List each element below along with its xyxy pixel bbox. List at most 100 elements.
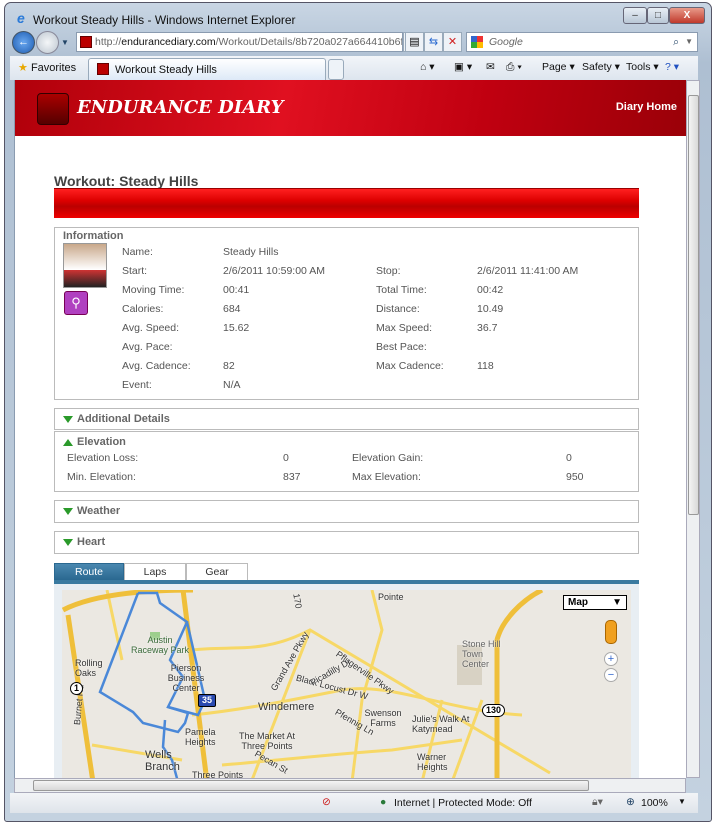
- stop-value: 2/6/2011 11:41:00 AM: [477, 265, 579, 277]
- min-elevation-label: Min. Elevation:: [67, 471, 136, 483]
- elevation-toggle[interactable]: Elevation: [63, 436, 126, 448]
- max-elevation-label: Max Elevation:: [352, 471, 421, 483]
- map-label: The Market At Three Points: [238, 731, 296, 751]
- security-zone: Internet | Protected Mode: Off: [394, 797, 532, 809]
- max-elevation-value: 950: [566, 471, 584, 483]
- diary-home-link[interactable]: Diary Home: [616, 101, 677, 113]
- expand-icon: [63, 507, 73, 515]
- search-input[interactable]: Google ⌕ ▼: [466, 32, 698, 52]
- elevation-loss-value: 0: [283, 452, 289, 464]
- zoom-icon: ⊕: [626, 796, 635, 808]
- start-label: Start:: [122, 265, 148, 277]
- calories-value: 684: [223, 303, 241, 315]
- tab-title: Workout Steady Hills: [115, 64, 217, 76]
- zoom-level[interactable]: 100%: [641, 797, 668, 809]
- home-icon[interactable]: ⌂ ▾: [420, 61, 435, 73]
- expand-icon: [63, 538, 73, 546]
- max-speed-value: 36.7: [477, 322, 498, 334]
- avatar: [63, 243, 107, 288]
- search-placeholder: Google: [489, 36, 523, 48]
- maximize-button[interactable]: □: [647, 7, 669, 24]
- additional-details-heading: Additional Details: [77, 413, 170, 425]
- heart-toggle[interactable]: Heart: [63, 536, 105, 548]
- max-speed-label: Max Speed:: [376, 322, 433, 334]
- map-type-select[interactable]: Map ▼: [563, 595, 627, 610]
- print-icon[interactable]: ⎙ ▾: [506, 61, 522, 74]
- best-pace-label: Best Pace:: [376, 341, 427, 353]
- highway-130: [494, 590, 544, 778]
- map-label: Warner Heights: [417, 752, 448, 772]
- avg-speed-value: 15.62: [223, 322, 250, 334]
- horizontal-scrollbar[interactable]: [14, 778, 686, 793]
- minimize-button[interactable]: –: [623, 7, 647, 24]
- page-menu[interactable]: Page ▾: [542, 61, 575, 73]
- zoom-dropdown-icon[interactable]: ▼: [678, 797, 686, 806]
- browser-tab[interactable]: Workout Steady Hills: [88, 58, 326, 80]
- additional-details-section[interactable]: Additional Details: [54, 408, 639, 430]
- moving-time-value: 00:41: [223, 284, 250, 296]
- elevation-loss-label: Elevation Loss:: [67, 452, 139, 464]
- collapse-icon: [63, 438, 73, 446]
- back-button[interactable]: ←: [12, 31, 35, 54]
- search-icon[interactable]: ⌕: [673, 33, 679, 51]
- weather-toggle[interactable]: Weather: [63, 505, 120, 517]
- heart-section[interactable]: Heart: [54, 531, 639, 554]
- status-bar: ⊘ ● Internet | Protected Mode: Off 🔒︎▾ ⊕…: [10, 793, 698, 813]
- star-icon: ★: [18, 62, 28, 74]
- title-bar-decoration: [54, 188, 639, 218]
- url-path: /Workout/Details/8b720a027a664410b6f6b8: [215, 36, 403, 48]
- feeds-icon[interactable]: ▣ ▾: [454, 61, 472, 73]
- tools-menu[interactable]: Tools ▾: [626, 61, 659, 73]
- url-domain: endurancediary.com: [121, 36, 216, 48]
- map-label: Three Points: [192, 770, 244, 778]
- tab-favicon-icon: [97, 63, 109, 75]
- event-value: N/A: [223, 379, 241, 391]
- min-elevation-value: 837: [283, 471, 301, 483]
- stop-icon[interactable]: ✕: [443, 32, 462, 52]
- distance-label: Distance:: [376, 303, 420, 315]
- compatibility-view-icon[interactable]: ▤: [405, 32, 424, 52]
- refresh-icon[interactable]: ⇆: [424, 32, 443, 52]
- zoom-in-button[interactable]: +: [604, 652, 618, 666]
- tab-route[interactable]: Route: [54, 563, 124, 581]
- avg-cadence-label: Avg. Cadence:: [122, 360, 191, 372]
- additional-details-toggle[interactable]: Additional Details: [63, 413, 170, 425]
- moving-time-label: Moving Time:: [122, 284, 185, 296]
- calories-label: Calories:: [122, 303, 164, 315]
- forward-button[interactable]: [36, 31, 59, 54]
- max-cadence-label: Max Cadence:: [376, 360, 444, 372]
- page-title: Workout: Steady Hills: [54, 173, 199, 189]
- chevron-down-icon: ▼: [612, 597, 622, 608]
- vertical-scroll-thumb[interactable]: [688, 95, 699, 515]
- close-button[interactable]: X: [669, 7, 705, 24]
- new-tab-button[interactable]: [328, 59, 344, 80]
- name-label: Name:: [122, 246, 153, 258]
- weather-section[interactable]: Weather: [54, 500, 639, 523]
- tab-gear[interactable]: Gear: [186, 563, 248, 581]
- protected-mode-icon[interactable]: 🔒︎▾: [592, 796, 603, 809]
- route-map[interactable]: Pointe Austin Raceway Park Rolling Oaks …: [62, 590, 631, 778]
- safety-menu[interactable]: Safety ▾: [582, 61, 620, 73]
- help-icon[interactable]: ? ▾: [665, 61, 679, 73]
- mail-icon[interactable]: ✉: [486, 61, 495, 73]
- site-brand[interactable]: ENDURANCE DIARY: [77, 97, 283, 118]
- street-view-pegman-icon[interactable]: [605, 620, 617, 644]
- vertical-scrollbar[interactable]: [686, 80, 700, 778]
- map-label: Rolling Oaks: [75, 658, 103, 678]
- history-dropdown-icon[interactable]: ▼: [61, 38, 69, 47]
- map-label: Windemere: [258, 701, 315, 713]
- address-bar[interactable]: http://endurancediary.com/Workout/Detail…: [76, 32, 403, 52]
- search-dropdown-icon[interactable]: ▼: [685, 33, 693, 51]
- max-cadence-value: 118: [477, 360, 494, 372]
- elevation-gain-label: Elevation Gain:: [352, 452, 424, 464]
- avg-pace-label: Avg. Pace:: [122, 341, 173, 353]
- map-label: Julie's Walk At Katymead: [412, 714, 470, 734]
- information-panel: Information ⚲ Name: Steady Hills Start: …: [54, 227, 639, 400]
- site-logo-icon[interactable]: [37, 93, 69, 125]
- popup-blocked-icon[interactable]: ⊘: [322, 796, 331, 808]
- zoom-out-button[interactable]: −: [604, 668, 618, 682]
- tab-laps[interactable]: Laps: [124, 563, 186, 581]
- horizontal-scroll-thumb[interactable]: [33, 780, 589, 791]
- avg-speed-label: Avg. Speed:: [122, 322, 180, 334]
- favorites-button[interactable]: ★ Favorites: [18, 61, 76, 74]
